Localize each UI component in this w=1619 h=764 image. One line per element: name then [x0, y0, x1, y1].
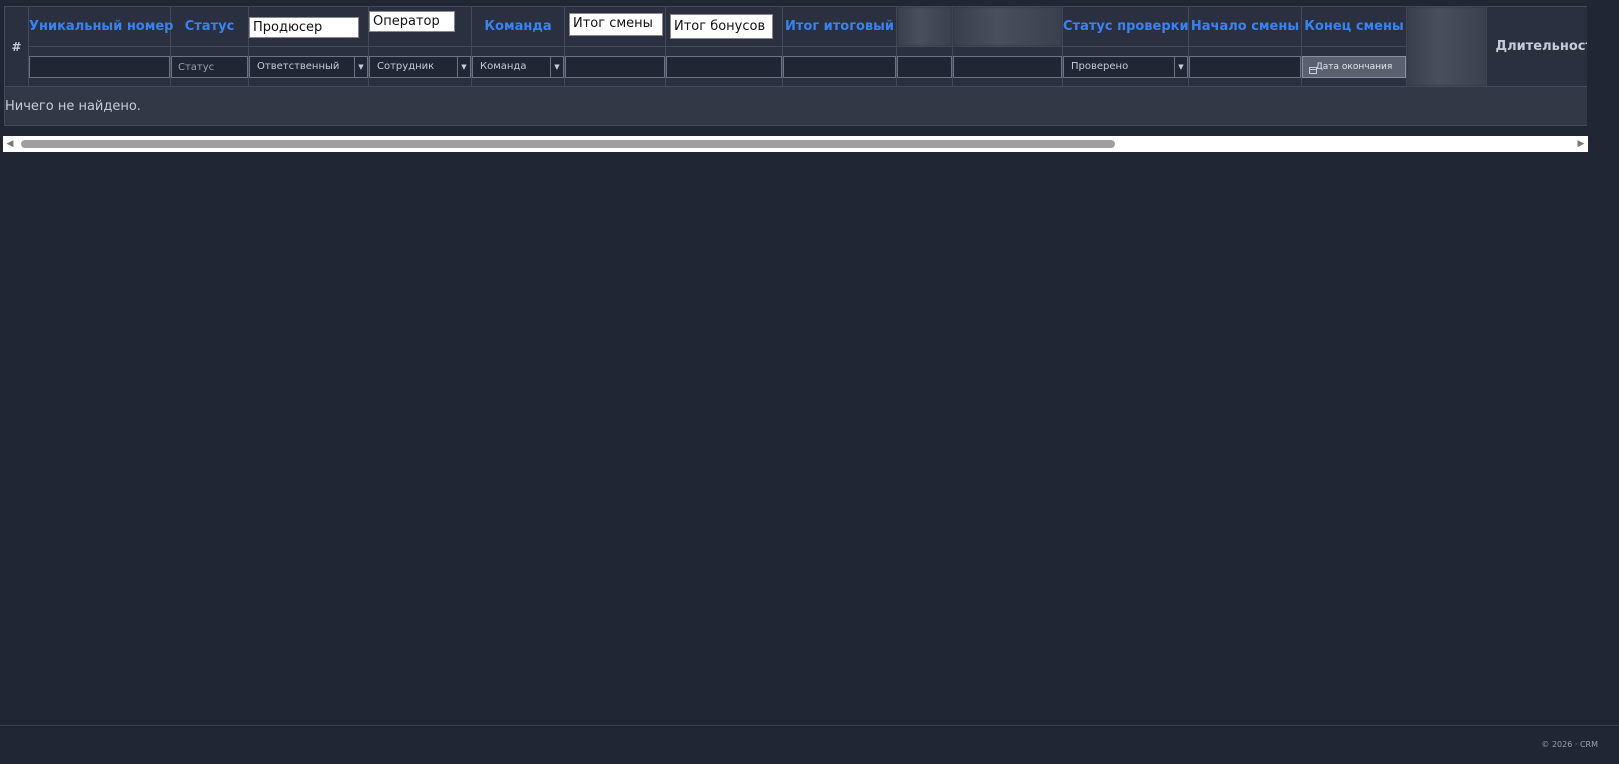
operator-filter-select[interactable]: Сотрудник ▼ — [369, 55, 471, 78]
team-filter-value: Команда — [480, 61, 527, 72]
filter-cell-redacted-1 — [896, 46, 953, 87]
column-header-grand-total[interactable]: Итог итоговый — [782, 6, 897, 47]
redacted-filter-input-2[interactable] — [953, 56, 1062, 79]
chevron-down-icon: ▼ — [354, 56, 367, 77]
filter-cell-shift-total — [564, 46, 666, 87]
check-status-filter-value: Проверено — [1071, 61, 1129, 72]
empty-state-row: Ничего не найдено. — [4, 86, 1587, 126]
column-header-shift-end[interactable]: Конец смены — [1301, 6, 1407, 47]
unique-number-filter-input[interactable] — [29, 56, 170, 79]
filter-cell-grand-total — [782, 46, 897, 87]
chevron-down-icon: ▼ — [550, 56, 563, 77]
redacted-filter-input-1[interactable] — [897, 56, 952, 79]
filter-cell-check-status: Проверено ▼ — [1062, 46, 1189, 87]
operator-label: Оператор — [369, 11, 455, 32]
filter-row: Ответственный ▼ Сотрудник ▼ Команда ▼ — [5, 46, 1588, 87]
shift-total-label: Итог смены — [569, 13, 663, 36]
check-status-filter-select[interactable]: Проверено ▼ — [1063, 55, 1188, 78]
bonus-total-label: Итог бонусов — [670, 14, 773, 39]
grand-total-filter-input[interactable] — [783, 56, 896, 79]
column-header-operator: Оператор — [368, 6, 472, 47]
horizontal-scrollbar[interactable]: ◀ ▶ — [3, 136, 1588, 152]
operator-filter-value: Сотрудник — [377, 61, 435, 72]
column-header-bonus-total: Итог бонусов — [665, 6, 783, 47]
column-header-shift-total: Итог смены — [564, 6, 666, 47]
chevron-down-icon: ▼ — [457, 56, 470, 77]
bonus-total-filter-input[interactable] — [666, 56, 782, 79]
page-footer: © 2026 · CRM — [0, 725, 1619, 764]
column-header-redacted-2 — [952, 6, 1063, 47]
filter-cell-shift-end: Дата окончания — [1301, 46, 1407, 87]
column-header-redacted-3 — [1406, 6, 1487, 87]
shift-start-filter-input[interactable] — [1189, 56, 1301, 79]
chevron-down-icon: ▼ — [1174, 56, 1187, 77]
column-header-duration[interactable]: Длительност — [1486, 6, 1587, 87]
filter-cell-producer: Ответственный ▼ — [248, 46, 369, 87]
column-header-shift-start[interactable]: Начало смены — [1188, 6, 1302, 47]
column-header-check-status[interactable]: Статус проверки — [1062, 6, 1189, 47]
filter-cell-operator: Сотрудник ▼ — [368, 46, 472, 87]
producer-label: Продюсер — [249, 16, 359, 38]
producer-filter-value: Ответственный — [257, 61, 340, 72]
filter-cell-team: Команда ▼ — [471, 46, 565, 87]
shift-total-filter-input[interactable] — [565, 56, 665, 79]
footer-copyright: © 2026 · CRM — [1541, 740, 1598, 749]
filter-cell-unique-number — [28, 46, 171, 87]
column-header-team[interactable]: Команда — [471, 6, 565, 47]
arrow-left-icon[interactable]: ◀ — [3, 136, 17, 152]
scrollbar-thumb[interactable] — [21, 140, 1115, 148]
column-header-index: # — [4, 6, 29, 87]
end-date-label: Дата окончания — [1315, 61, 1393, 72]
column-header-unique-number[interactable]: Уникальный номер — [28, 6, 174, 47]
column-header-redacted-1 — [896, 6, 953, 47]
status-filter-input[interactable] — [171, 56, 248, 79]
column-header-status[interactable]: Статус — [170, 6, 249, 47]
data-grid-container: # Уникальный номер Статус Продюсер Опера… — [4, 6, 1587, 126]
end-date-picker-button[interactable]: Дата окончания — [1302, 55, 1406, 78]
arrow-right-icon[interactable]: ▶ — [1574, 136, 1588, 152]
filter-cell-bonus-total — [665, 46, 783, 87]
calendar-icon — [1309, 66, 1317, 74]
data-grid: # Уникальный номер Статус Продюсер Опера… — [4, 6, 1587, 126]
team-filter-select[interactable]: Команда ▼ — [472, 55, 564, 78]
filter-cell-shift-start — [1188, 46, 1302, 87]
filter-cell-status — [170, 46, 249, 87]
filter-cell-redacted-2 — [952, 46, 1063, 87]
empty-state-message: Ничего не найдено. — [4, 86, 1587, 126]
column-header-producer: Продюсер — [248, 6, 369, 47]
header-row: # Уникальный номер Статус Продюсер Опера… — [4, 6, 1587, 87]
producer-filter-select[interactable]: Ответственный ▼ — [249, 55, 368, 78]
